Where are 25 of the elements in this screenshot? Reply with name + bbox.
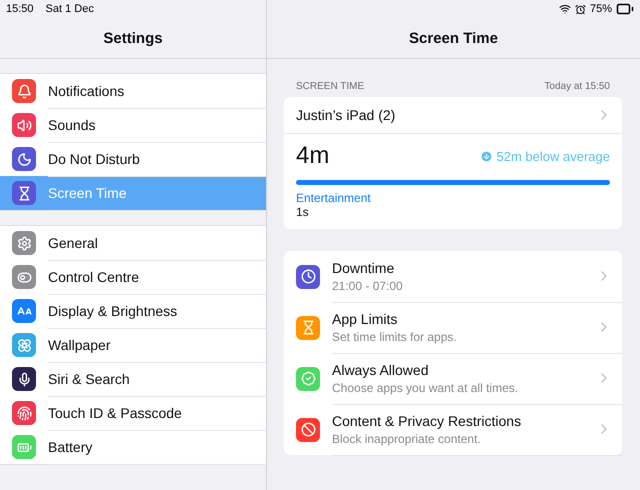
- usage-comparison: 52m below average: [496, 148, 610, 164]
- option-row[interactable]: Always Allowed Choose apps you want at all times.: [284, 353, 622, 404]
- option-title: Downtime: [332, 260, 396, 276]
- option-row[interactable]: App Limits Set time limits for apps.: [284, 302, 622, 353]
- option-title: Content & Privacy Restrictions: [332, 412, 522, 428]
- section-timestamp: Today at 15:50: [544, 81, 610, 92]
- usage-total: 4m: [296, 142, 330, 170]
- option-subtitle: Set time limits for apps.: [332, 330, 458, 344]
- category-label: Entertainment: [296, 191, 372, 205]
- alarm-icon: [574, 4, 586, 14]
- option-subtitle: Choose apps you want at all times.: [332, 380, 520, 394]
- option-title: App Limits: [332, 310, 398, 326]
- sidebar-title: Settings: [103, 30, 163, 46]
- category-time: 1s: [296, 205, 310, 219]
- status-date: Sat 1 Dec: [46, 3, 94, 15]
- device-row[interactable]: Justin’s iPad (2): [284, 97, 622, 134]
- status-time: 15:50: [6, 3, 34, 15]
- section-header: SCREEN TIME: [296, 81, 364, 92]
- option-row[interactable]: Downtime 21:00 - 07:00: [284, 251, 622, 302]
- battery-percentage: 75%: [590, 3, 612, 15]
- option-row[interactable]: Content & Privacy Restrictions Block inappropriate content.: [284, 404, 622, 455]
- option-title: Always Allowed: [332, 362, 430, 378]
- option-subtitle: 21:00 - 07:00: [332, 278, 404, 292]
- page-title: Screen Time: [409, 30, 498, 46]
- option-subtitle: Block inappropriate content.: [332, 432, 482, 446]
